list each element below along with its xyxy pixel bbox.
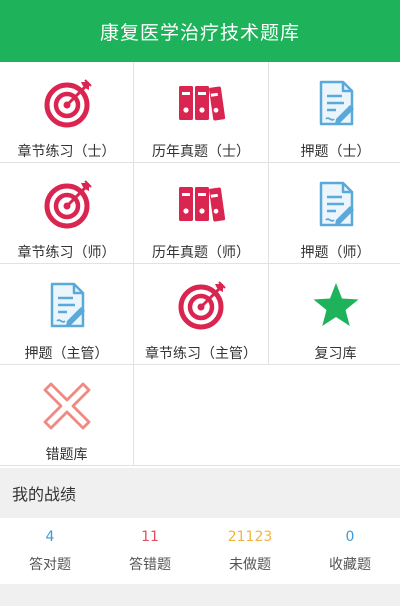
- document-icon: [310, 77, 362, 129]
- menu-item-wrong-bank[interactable]: 错题库: [0, 365, 133, 465]
- stat-favorites[interactable]: 0 收藏题: [300, 518, 400, 584]
- binders-icon: [175, 178, 227, 230]
- menu-item-chapter-practice-shi[interactable]: 章节练习（士）: [0, 62, 133, 162]
- menu-item-past-exams-shi2[interactable]: 历年真题（师）: [134, 163, 268, 263]
- menu-item-predicted-supervisor[interactable]: 押题（主管）: [0, 264, 133, 364]
- stat-value: 11: [141, 528, 159, 545]
- menu-item-label: 章节练习（主管）: [145, 346, 257, 362]
- menu-item-predicted-shi[interactable]: 押题（士）: [269, 62, 400, 162]
- menu-item-label: 历年真题（师）: [152, 245, 250, 261]
- stat-label: 未做题: [229, 556, 271, 573]
- target-icon: [175, 279, 227, 331]
- section-heading: 我的战绩: [12, 485, 77, 504]
- stat-label: 答错题: [129, 556, 171, 573]
- stat-undone[interactable]: 21123 未做题: [200, 518, 300, 584]
- menu-item-predicted-shi2[interactable]: 押题（师）: [269, 163, 400, 263]
- star-icon: [310, 279, 362, 331]
- menu-item-label: 押题（主管）: [24, 346, 109, 362]
- menu-item-chapter-practice-supervisor[interactable]: 章节练习（主管）: [134, 264, 268, 364]
- footer-strip: [0, 584, 400, 606]
- stat-label: 答对题: [29, 556, 71, 573]
- document-icon: [310, 178, 362, 230]
- stat-value: 4: [45, 528, 55, 545]
- menu-item-past-exams-shi[interactable]: 历年真题（士）: [134, 62, 268, 162]
- menu-item-label: 历年真题（士）: [152, 144, 250, 160]
- app-header: 康复医学治疗技术题库: [0, 0, 400, 62]
- menu-item-label: 押题（师）: [300, 245, 371, 261]
- stat-wrong[interactable]: 11 答错题: [100, 518, 200, 584]
- menu-item-chapter-practice-shi2[interactable]: 章节练习（师）: [0, 163, 133, 263]
- stats-row: 4 答对题 11 答错题 21123 未做题 0 收藏题: [0, 518, 400, 584]
- menu-item-label: 复习库: [314, 346, 357, 362]
- page-title: 康复医学治疗技术题库: [99, 21, 300, 44]
- menu-item-label: 章节练习（师）: [17, 245, 116, 261]
- menu-item-label: 错题库: [45, 447, 88, 463]
- cross-icon: [41, 380, 93, 432]
- menu-grid: 章节练习（士） 历年真题（士） 押题（士） 章节练习（师） 历年真题（师） 押题…: [0, 62, 400, 466]
- binders-icon: [175, 77, 227, 129]
- document-icon: [41, 279, 93, 331]
- stat-value: 0: [345, 528, 355, 545]
- menu-item-review-bank[interactable]: 复习库: [269, 264, 400, 364]
- stat-value: 21123: [227, 528, 273, 545]
- target-icon: [41, 178, 93, 230]
- record-section-title: 我的战绩: [0, 468, 400, 518]
- grid-empty-cell: [134, 365, 400, 465]
- stat-label: 收藏题: [329, 556, 371, 573]
- menu-item-label: 章节练习（士）: [17, 144, 116, 160]
- target-icon: [41, 77, 93, 129]
- stat-correct[interactable]: 4 答对题: [0, 518, 100, 584]
- menu-item-label: 押题（士）: [300, 144, 371, 160]
